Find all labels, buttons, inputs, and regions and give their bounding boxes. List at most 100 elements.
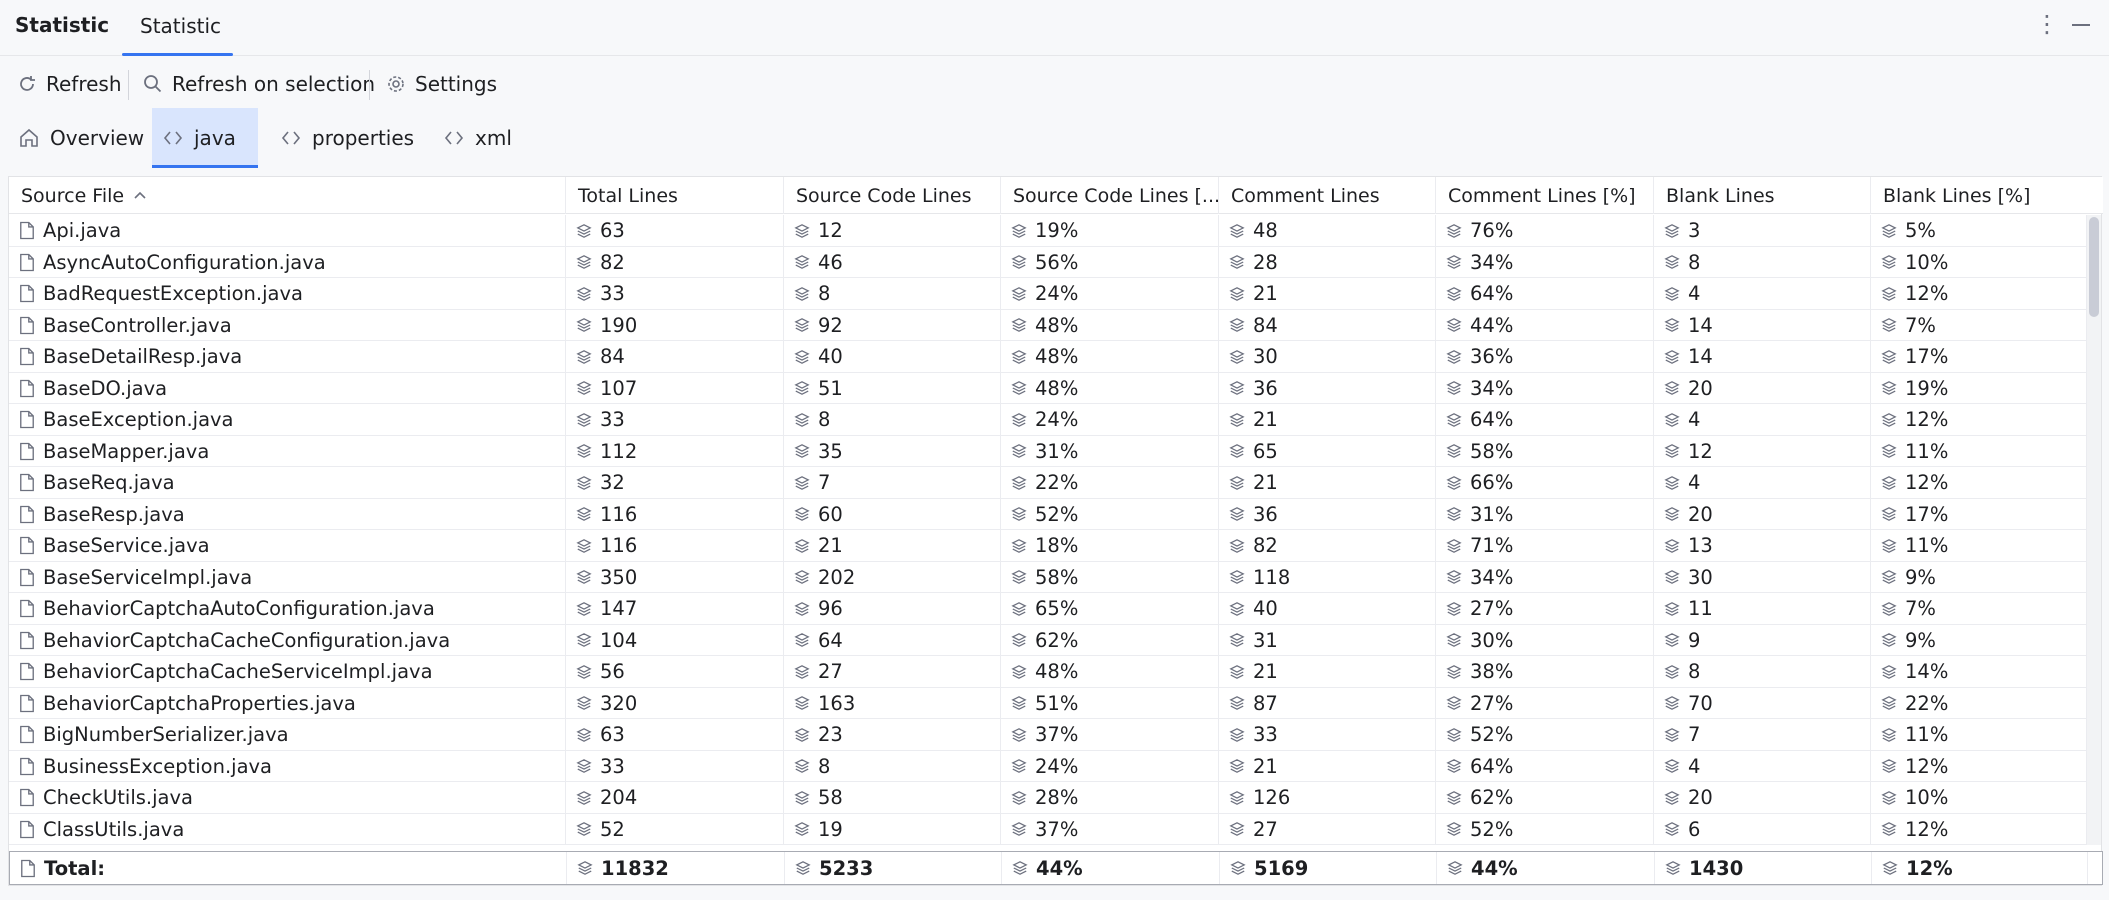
cell-text: 40 (1253, 597, 1278, 620)
cell-text: BaseDO.java (43, 376, 168, 400)
cell-text: 17% (1905, 502, 1949, 526)
table-row[interactable]: BaseDO.java 107 51 48% 36 34% 20 19% (9, 372, 2087, 404)
refresh-on-selection-button[interactable]: Refresh on selection (142, 68, 375, 100)
metric-cell: 116 (566, 530, 784, 561)
more-vertical-icon[interactable]: ⋮ (2035, 10, 2059, 38)
stack-icon (794, 822, 810, 836)
settings-button[interactable]: Settings (385, 68, 497, 100)
stack-icon (1664, 822, 1680, 836)
cell-text: 17% (1905, 345, 1949, 368)
file-icon (20, 536, 34, 555)
metric-cell: 4 (1654, 404, 1871, 435)
stack-icon (576, 381, 592, 395)
table-row[interactable]: BigNumberSerializer.java 63 23 37% 33 52% 7 11% (9, 719, 2087, 751)
cell-text: 28 (1253, 250, 1278, 274)
cell-text: BehaviorCaptchaCacheServiceImpl.java (43, 660, 433, 683)
refresh-button[interactable]: Refresh (16, 68, 122, 100)
table-row[interactable]: BaseService.java 116 21 18% 82 71% 13 11% (9, 530, 2087, 562)
table-row[interactable]: BaseException.java 33 8 24% 21 64% 4 12% (9, 404, 2087, 436)
refresh-on-selection-label: Refresh on selection (172, 72, 376, 96)
metric-cell: 33 (566, 750, 784, 782)
column-header-source-code-lines-percent[interactable]: Source Code Lines [... (1001, 177, 1219, 214)
column-header-blank-lines-percent[interactable]: Blank Lines [%] (1871, 177, 2087, 214)
stack-icon (1664, 570, 1680, 584)
stack-icon (1229, 318, 1245, 332)
stack-icon (794, 318, 810, 332)
cell-text: 11 (1688, 597, 1713, 620)
cell-text: 63 (600, 219, 625, 242)
stack-icon (1011, 822, 1027, 836)
minimize-icon[interactable] (2072, 24, 2090, 26)
tab-properties[interactable]: properties (270, 108, 424, 168)
metric-cell: 104 (566, 624, 784, 656)
total-metric-cell: 44% (1437, 852, 1655, 884)
table-row[interactable]: BadRequestException.java 33 8 24% 21 64% 4 12% (9, 278, 2087, 310)
stack-icon (1881, 633, 1897, 647)
cell-text: 52 (600, 817, 625, 841)
metric-cell: 14 (1654, 341, 1871, 372)
table-row[interactable]: BaseReq.java 32 7 22% 21 66% 4 12% (9, 467, 2087, 499)
cell-text: 10% (1905, 250, 1949, 274)
metric-cell: 48% (1001, 656, 1219, 687)
column-header-source-code-lines[interactable]: Source Code Lines (784, 177, 1001, 214)
metric-cell: 82 (566, 246, 784, 278)
metric-cell: 21 (1219, 404, 1436, 435)
stack-icon (1446, 255, 1462, 269)
scrollbar-thumb[interactable] (2089, 217, 2099, 317)
tab-xml[interactable]: xml (433, 108, 522, 168)
stack-icon (1664, 475, 1680, 490)
tab-overview[interactable]: Overview (8, 108, 154, 168)
metric-cell: 38% (1436, 656, 1654, 687)
metric-cell: 7 (1654, 719, 1871, 750)
tab-statistic[interactable]: Statistic (122, 0, 233, 56)
metric-cell: 19% (1871, 372, 2087, 404)
metric-cell: 17% (1871, 341, 2087, 372)
stack-icon (1011, 633, 1027, 647)
tab-java[interactable]: java (152, 108, 258, 168)
cell-text: 104 (600, 628, 638, 652)
table-row[interactable]: BehaviorCaptchaCacheConfiguration.java 10… (9, 624, 2087, 656)
table-row[interactable]: AsyncAutoConfiguration.java 82 46 56% 28 34% 8… (9, 246, 2087, 278)
source-file-cell: BadRequestException.java (9, 278, 566, 309)
metric-cell: 18% (1001, 530, 1219, 561)
column-header-comment-lines-percent[interactable]: Comment Lines [%] (1436, 177, 1654, 214)
stack-icon (1229, 538, 1245, 553)
stack-icon (1011, 790, 1027, 805)
table-row[interactable]: BaseDetailResp.java 84 40 48% 30 36% 14 17% (9, 341, 2087, 373)
table-row[interactable]: BaseController.java 190 92 48% 84 44% 14 7% (9, 309, 2087, 341)
table-row[interactable]: BaseMapper.java 112 35 31% 65 58% 12 11% (9, 435, 2087, 467)
cell-text: 13 (1688, 534, 1713, 557)
table-row[interactable]: BaseResp.java 116 60 52% 36 31% 20 17% (9, 498, 2087, 530)
vertical-scrollbar[interactable] (2087, 215, 2101, 845)
table-row[interactable]: ClassUtils.java 52 19 37% 27 52% 6 12% (9, 813, 2087, 845)
table-row[interactable]: BehaviorCaptchaAutoConfiguration.java 147… (9, 593, 2087, 625)
table-row[interactable]: BaseServiceImpl.java 350 202 58% 118 34% 30 9% (9, 561, 2087, 593)
table-row[interactable]: BehaviorCaptchaProperties.java 320 163 51% 8… (9, 687, 2087, 719)
stack-icon (1664, 349, 1680, 364)
cell-text: 8 (1688, 250, 1701, 274)
column-header-comment-lines[interactable]: Comment Lines (1219, 177, 1436, 214)
metric-cell: 4 (1654, 750, 1871, 782)
table-row[interactable]: CheckUtils.java 204 58 28% 126 62% 20 10% (9, 782, 2087, 814)
cell-text: 33 (600, 408, 625, 431)
table-row[interactable]: BusinessException.java 33 8 24% 21 64% 4 12% (9, 750, 2087, 782)
stack-icon (1011, 696, 1027, 710)
cell-text: 64% (1470, 282, 1514, 305)
table-row[interactable]: BehaviorCaptchaCacheServiceImpl.java 56 27… (9, 656, 2087, 688)
metric-cell: 12% (1871, 278, 2087, 309)
metric-cell: 11% (1871, 435, 2087, 467)
column-header-source-file[interactable]: Source File (9, 177, 566, 214)
metric-cell: 11% (1871, 530, 2087, 561)
stack-icon (1881, 255, 1897, 269)
table-row[interactable]: Api.java 63 12 19% 48 76% 3 5% (9, 215, 2087, 247)
metric-cell: 46 (784, 246, 1001, 278)
metric-cell: 70 (1654, 687, 1871, 719)
stack-icon (794, 381, 810, 395)
column-header-blank-lines[interactable]: Blank Lines (1654, 177, 1871, 214)
refresh-icon (20, 76, 35, 91)
column-header-total-lines[interactable]: Total Lines (566, 177, 784, 214)
stack-icon (1446, 570, 1462, 584)
cell-text: 44% (1470, 313, 1514, 337)
metric-cell: 82 (1219, 530, 1436, 561)
cell-text: 8 (818, 408, 831, 431)
